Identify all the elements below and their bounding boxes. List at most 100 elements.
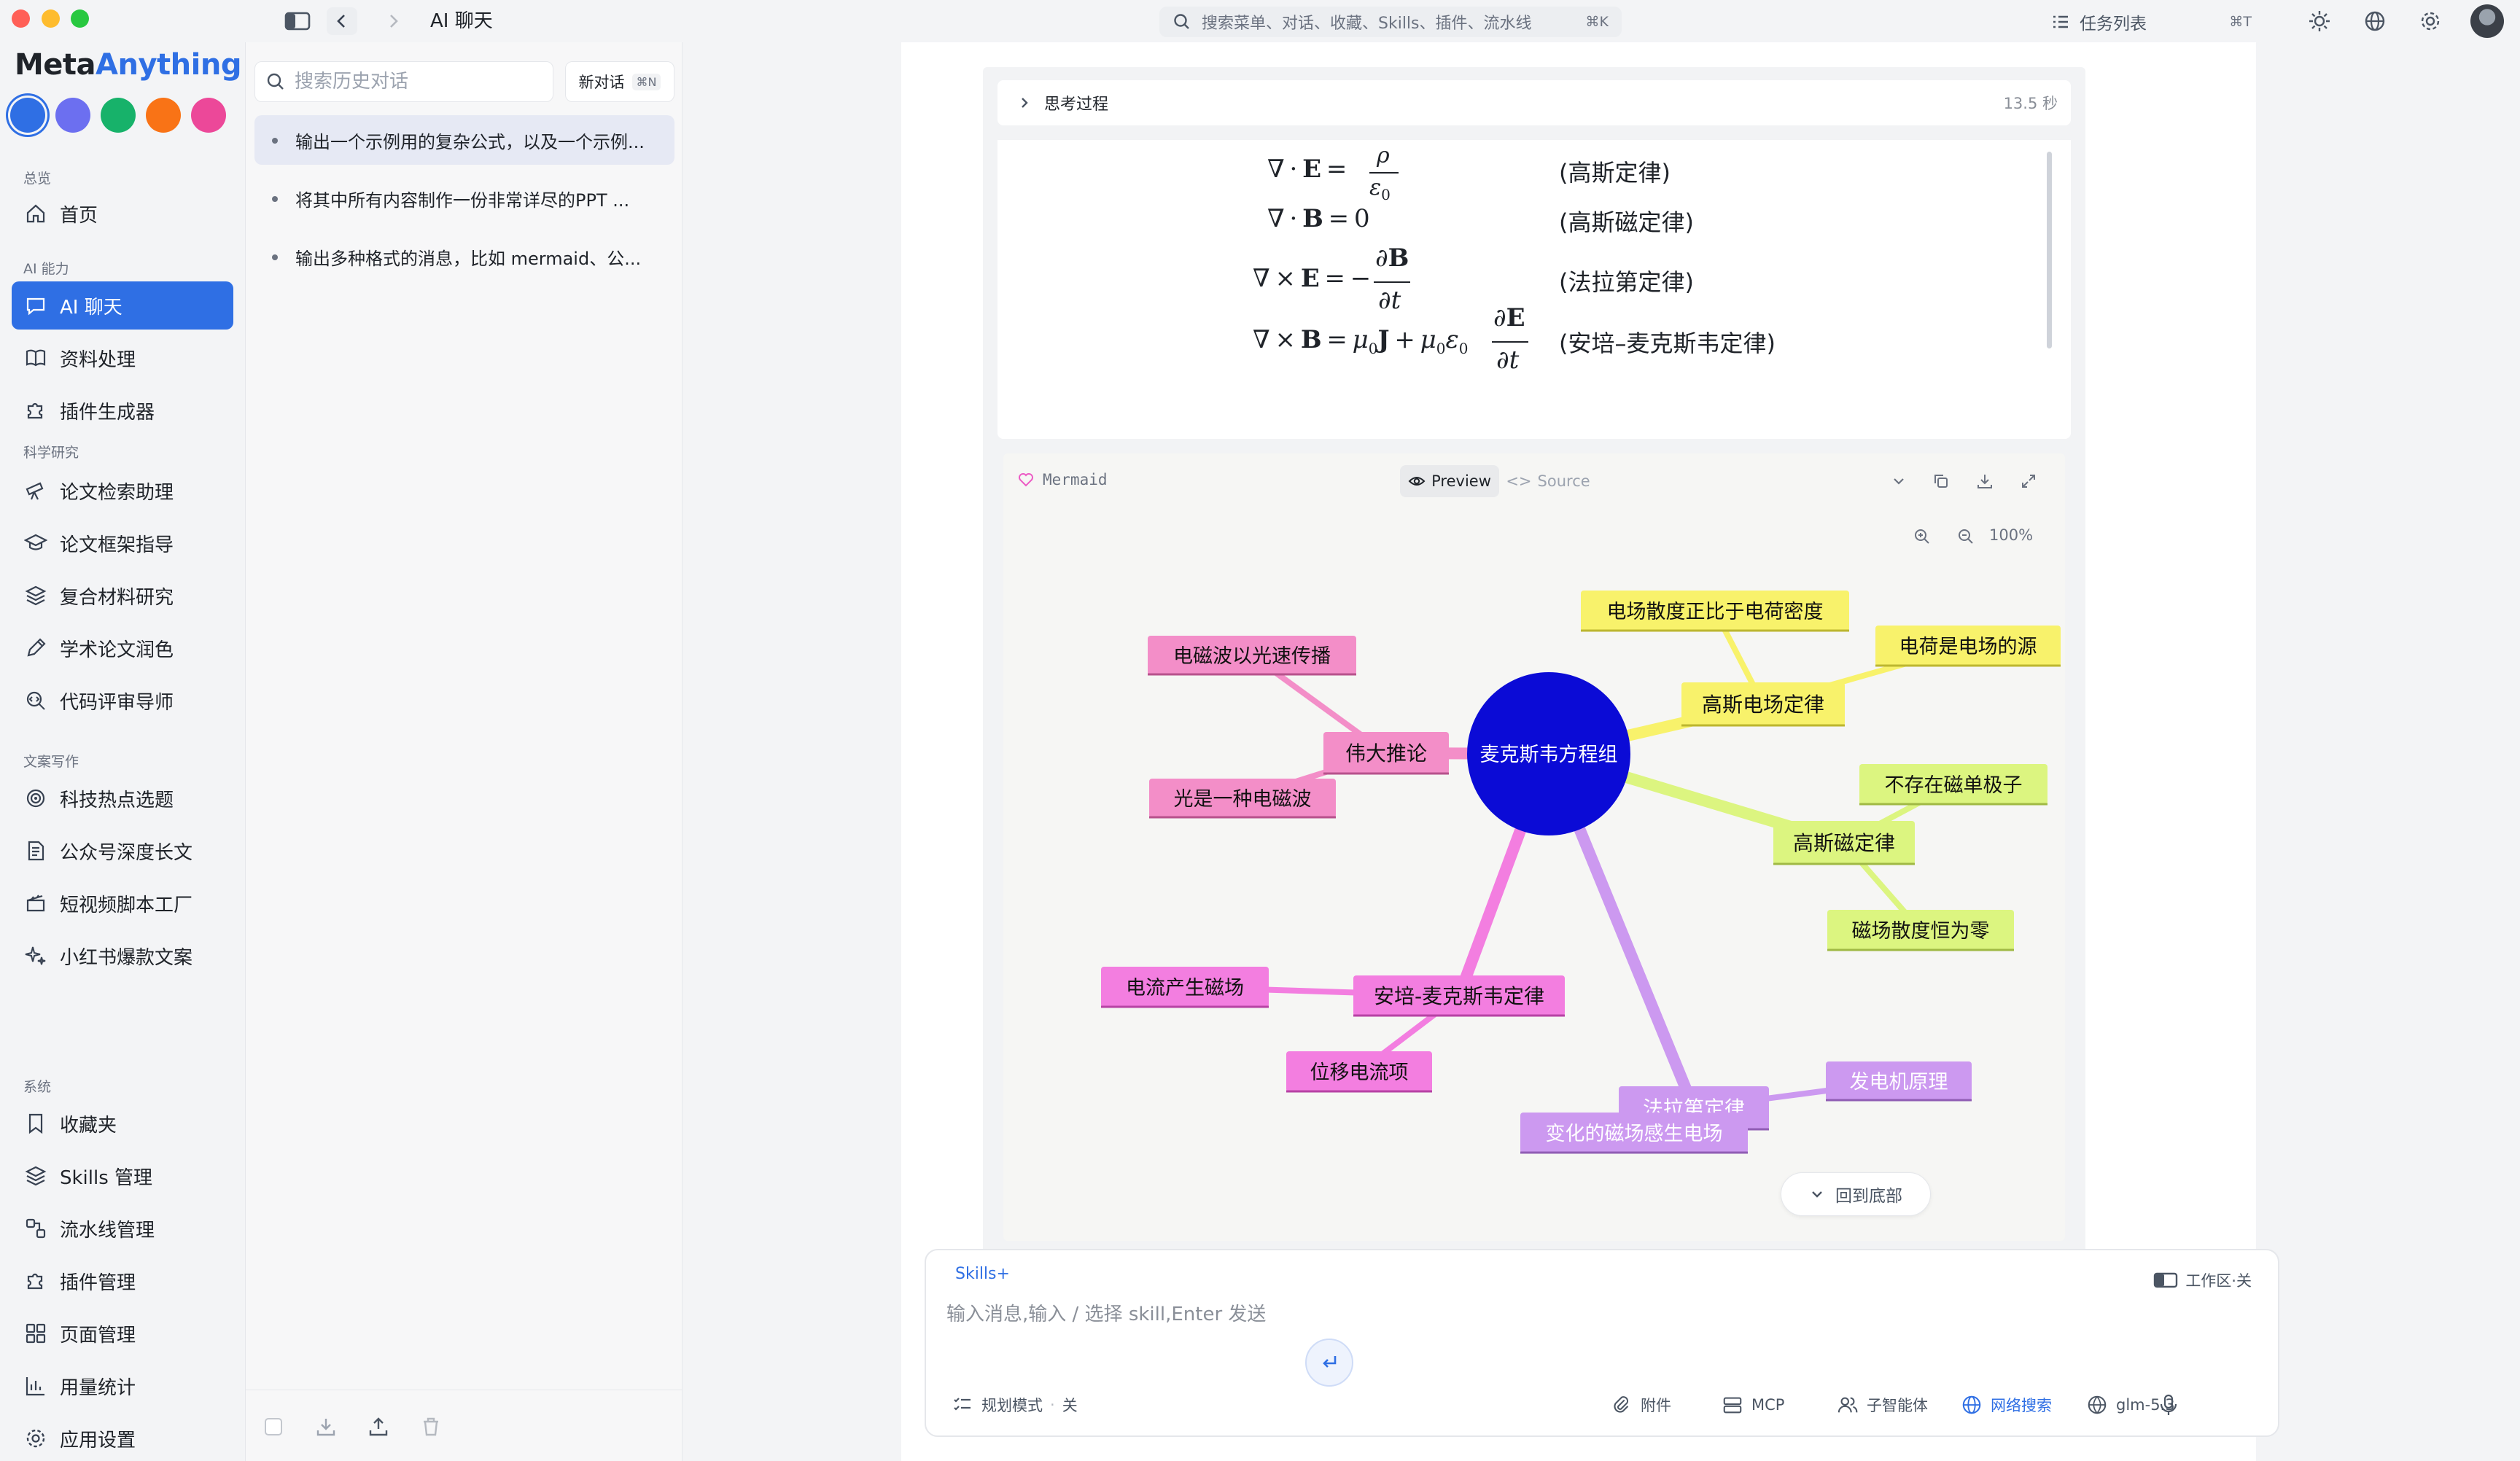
theme-swatch[interactable]: [191, 98, 226, 133]
delete-icon[interactable]: [416, 1412, 446, 1441]
sidebar-item-chat[interactable]: AI 聊天: [12, 281, 233, 330]
new-chat-shortcut: ⌘N: [631, 73, 661, 90]
back-to-bottom-button[interactable]: 回到底部: [1781, 1172, 1931, 1216]
history-item[interactable]: 输出多种格式的消息，比如 mermaid、公...: [254, 232, 674, 281]
app-window: AI 聊天 搜索菜单、对话、收藏、Skills、插件、流水线 ⌘K 任务列表 ⌘…: [0, 0, 2520, 1461]
history-panel: 新对话 ⌘N 输出一个示例用的复杂公式，以及一个示例... 将其中所有内容制作一份…: [245, 42, 683, 1461]
history-footer: [246, 1390, 683, 1461]
sidebar-item-bar-chart[interactable]: 用量统计: [12, 1362, 233, 1410]
sidebar-item-doc[interactable]: 公众号深度长文: [12, 827, 233, 875]
sidebar-item-radar[interactable]: 科技热点选题: [12, 774, 233, 822]
plan-list-icon: [951, 1393, 974, 1417]
bookmark-icon: [23, 1111, 48, 1136]
sidebar-item-clapper[interactable]: 短视频脚本工厂: [12, 879, 233, 927]
chat-icon: [23, 293, 48, 318]
sidebar-item-telescope[interactable]: 论文检索助理: [12, 467, 233, 515]
math-scrollbar[interactable]: [2047, 152, 2052, 348]
sidebar-item-sparkle[interactable]: 小红书爆款文案: [12, 932, 233, 980]
sidebar-item-workflow[interactable]: 流水线管理: [12, 1204, 233, 1252]
close-window-button[interactable]: [12, 9, 30, 28]
sidebar-item-grid[interactable]: 页面管理: [12, 1309, 233, 1357]
zoom-window-button[interactable]: [71, 9, 89, 28]
math-block: ∇ · E = ρ ε0 (高斯定律) ∇ · B = 0 (高斯磁定律) ∇ …: [998, 140, 2071, 439]
forward-icon[interactable]: [378, 7, 408, 35]
select-all-checkbox[interactable]: [259, 1412, 288, 1441]
enter-icon: [1323, 1356, 1337, 1368]
new-chat-button[interactable]: 新对话 ⌘N: [565, 61, 674, 102]
theme-toggle-icon[interactable]: [2304, 7, 2335, 35]
send-button[interactable]: [1305, 1339, 1353, 1387]
theme-swatch[interactable]: [55, 98, 90, 133]
import-icon[interactable]: [311, 1412, 341, 1441]
sidebar-item-label: 资料处理: [60, 348, 136, 371]
nav-section-title: 科学研究: [23, 445, 79, 461]
sidebar-item-layers[interactable]: 复合材料研究: [12, 572, 233, 620]
sidebar-item-pen[interactable]: 学术论文润色: [12, 624, 233, 672]
sidebar-item-puzzle[interactable]: 插件生成器: [12, 386, 233, 435]
main-area: 思考过程 13.5 秒 ∇ · E = ρ ε0 (高斯定律) ∇ · B = …: [682, 42, 2520, 1461]
workspace-toggle[interactable]: 工作区·关: [2153, 1269, 2252, 1291]
brand-logo: MetaAnything: [15, 48, 241, 82]
nav-section-title: 文案写作: [23, 754, 79, 770]
language-icon[interactable]: [2360, 7, 2390, 35]
history-search-box: [254, 61, 553, 102]
back-icon[interactable]: [327, 7, 357, 35]
history-item[interactable]: 输出一个示例用的复杂公式，以及一个示例...: [254, 115, 674, 165]
formula-label-gauss-magnetism: (高斯磁定律): [1559, 209, 1694, 236]
window-title: AI 聊天: [430, 10, 493, 32]
sidebar-item-book[interactable]: 资料处理: [12, 334, 233, 382]
composer-tool-globe[interactable]: 网络搜索: [1960, 1389, 2052, 1421]
task-list-icon: [2053, 15, 2068, 28]
server-icon: [1721, 1393, 1744, 1417]
mindmap-branch-label: 高斯电场定律: [1702, 693, 1824, 717]
history-item-title: 输出一个示例用的复杂公式，以及一个示例...: [295, 131, 645, 152]
sidebar-item-label: 学术论文润色: [60, 639, 174, 661]
nav-section-title: AI 能力: [23, 261, 69, 277]
sidebar-item-label: 流水线管理: [60, 1219, 155, 1242]
nav-section-title: 系统: [23, 1079, 52, 1095]
composer-tool-agents[interactable]: 子智能体: [1836, 1389, 1928, 1421]
history-bullet: [272, 196, 278, 202]
mindmap-diagram[interactable]: 麦克斯韦方程组 高斯电场定律 电场散度正比于电荷密度电荷是电场的源高斯磁定律 不存在磁…: [1003, 453, 2065, 1241]
sidebar-item-bookmark[interactable]: 收藏夹: [12, 1099, 233, 1148]
message-input[interactable]: [946, 1298, 2069, 1331]
history-search-input[interactable]: [295, 71, 542, 93]
composer-tool-server[interactable]: MCP: [1721, 1389, 1784, 1421]
mindmap-leaf-label: 位移电流项: [1310, 1061, 1409, 1084]
sidebar-item-puzzle[interactable]: 插件管理: [12, 1257, 233, 1305]
theme-swatch[interactable]: [146, 98, 181, 133]
mindmap-leaf-label: 电场散度正比于电荷密度: [1607, 601, 1824, 623]
user-avatar[interactable]: [2470, 4, 2504, 38]
thinking-toggle[interactable]: 思考过程 13.5 秒: [998, 80, 2071, 125]
paperclip-icon: [1610, 1393, 1633, 1417]
composer-tool-paperclip[interactable]: 附件: [1610, 1389, 1671, 1421]
history-item[interactable]: 将其中所有内容制作一份非常详尽的PPT ...: [254, 174, 674, 223]
radar-icon: [23, 786, 48, 811]
mindmap-leaf-label: 磁场散度恒为零: [1852, 920, 1990, 943]
sidebar-item-code-search[interactable]: 代码评审导师: [12, 677, 233, 725]
sidebar-item-graduation[interactable]: 论文框架指导: [12, 519, 233, 567]
sidebar-item-label: 小红书爆款文案: [60, 946, 193, 969]
plan-mode-toggle[interactable]: 规划模式 · 关: [951, 1389, 1078, 1421]
settings-gear-icon[interactable]: [2415, 7, 2446, 35]
sidebar-item-gear[interactable]: 应用设置: [12, 1414, 233, 1461]
global-search-input[interactable]: 搜索菜单、对话、收藏、Skills、插件、流水线 ⌘K: [1159, 7, 1622, 37]
mermaid-block: Mermaid Preview <> Source 100% 麦克斯韦方程组 高…: [1003, 453, 2065, 1241]
skills-tag[interactable]: Skills+: [955, 1265, 1010, 1283]
theme-swatch[interactable]: [101, 98, 136, 133]
export-icon[interactable]: [364, 1412, 393, 1441]
minimize-window-button[interactable]: [42, 9, 60, 28]
sidebar-item-home[interactable]: 首页: [12, 190, 233, 238]
sidebar: MetaAnything 总览 首页 AI 能力 AI 聊天 资料处理 插件生成器 科学研究…: [0, 42, 245, 1461]
theme-swatch[interactable]: [10, 98, 45, 133]
composer: Skills+ 工作区·关 规划模式 · 关 附件MCP子智能体网络搜索glm-…: [925, 1249, 2279, 1437]
sidebar-item-layers[interactable]: Skills 管理: [12, 1152, 233, 1200]
chevron-down-icon: [1812, 1191, 1822, 1198]
task-list-button[interactable]: 任务列表 ⌘T: [2042, 7, 2260, 37]
sidebar-item-label: 科技热点选题: [60, 789, 174, 811]
global-search-placeholder: 搜索菜单、对话、收藏、Skills、插件、流水线: [1202, 15, 1532, 33]
search-icon: [1174, 14, 1189, 29]
microphone-icon[interactable]: [2158, 1389, 2179, 1421]
mindmap-branch-label: 安培-麦克斯韦定律: [1374, 984, 1544, 1008]
sidebar-toggle-icon[interactable]: [281, 7, 314, 35]
